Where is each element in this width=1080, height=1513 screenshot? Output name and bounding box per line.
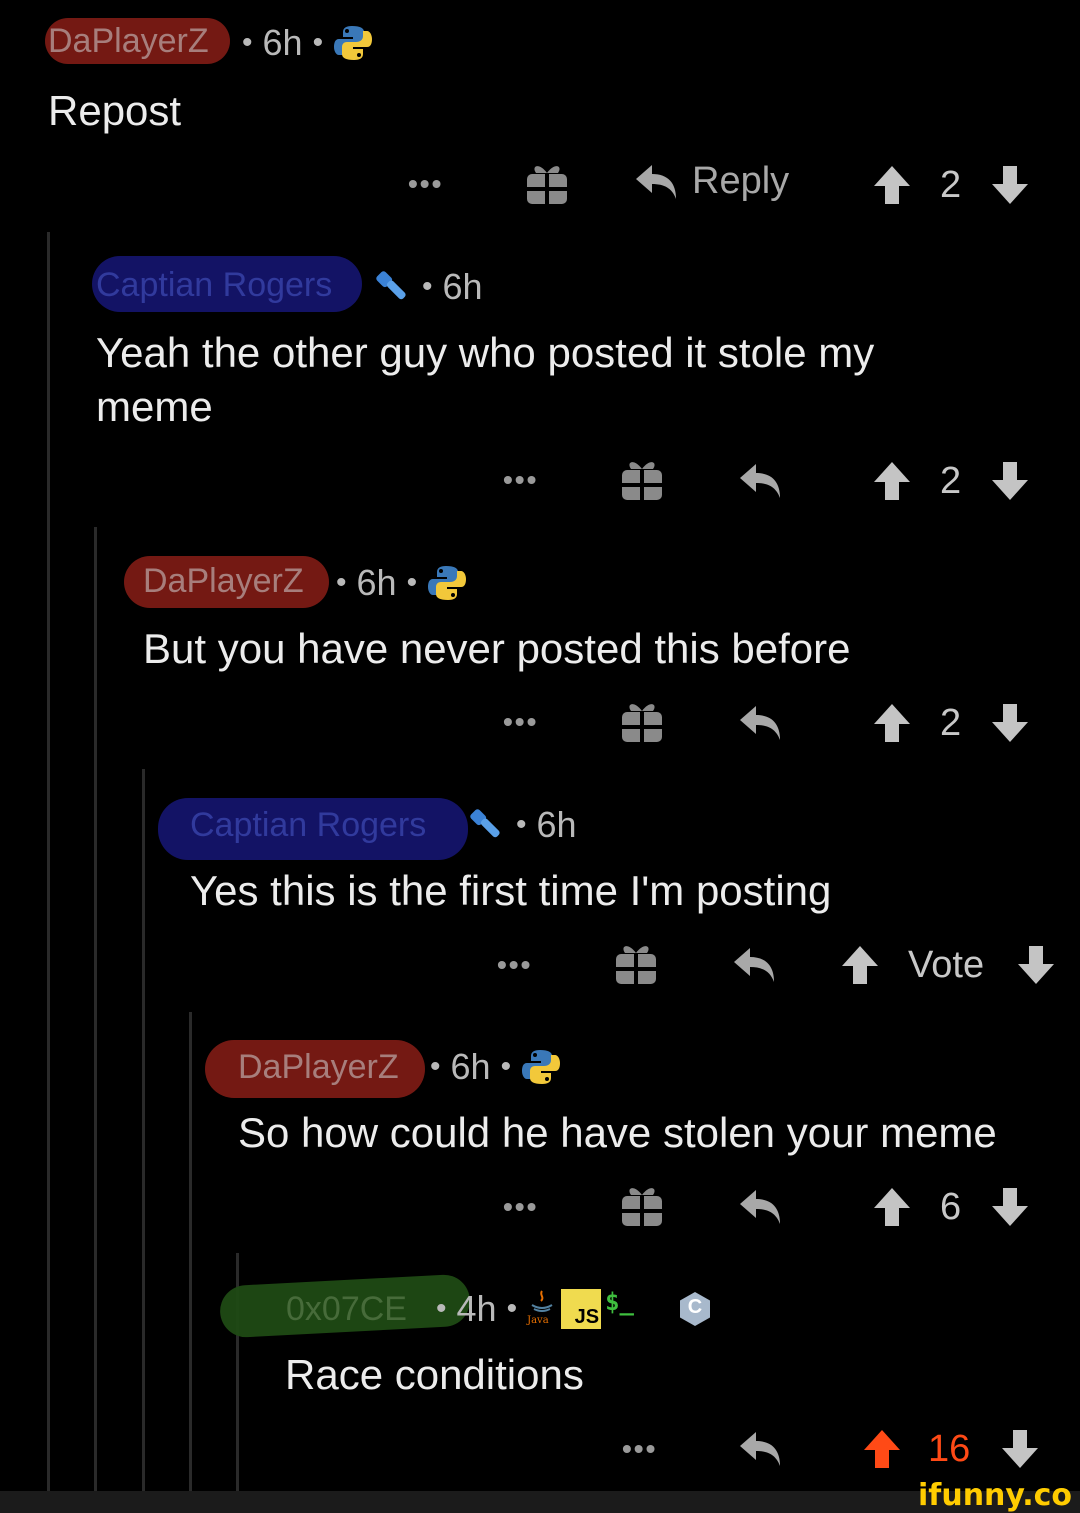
comment-username[interactable]: DaPlayerZ — [143, 562, 304, 601]
reply-arrow-icon[interactable] — [738, 1186, 784, 1228]
comment-username[interactable]: 0x07CE — [286, 1290, 407, 1329]
comment-meta: • 6h • — [326, 562, 467, 604]
gift-icon[interactable] — [620, 1182, 664, 1228]
reply-arrow-icon[interactable] — [738, 460, 784, 502]
vote-count: 2 — [940, 164, 962, 206]
upvote-icon[interactable] — [872, 702, 912, 744]
more-options-button[interactable]: ••• — [503, 706, 538, 738]
comment-username[interactable]: DaPlayerZ — [238, 1048, 399, 1087]
downvote-icon[interactable] — [990, 164, 1030, 206]
gift-icon[interactable] — [525, 160, 569, 206]
gift-icon[interactable] — [614, 940, 658, 986]
vote-count: Vote — [908, 944, 985, 986]
reply-arrow-icon[interactable] — [738, 1428, 784, 1470]
upvote-icon[interactable] — [872, 1186, 912, 1228]
comment-text: But you have never posted this before — [143, 625, 851, 672]
downvote-icon[interactable] — [990, 702, 1030, 744]
comment-meta: • 6h • — [420, 1046, 561, 1088]
python-icon — [334, 26, 373, 60]
downvote-icon[interactable] — [990, 1186, 1030, 1228]
downvote-icon[interactable] — [1016, 944, 1056, 986]
comment-meta: • 6h • — [232, 22, 373, 64]
flashlight-icon — [470, 809, 500, 838]
more-options-button[interactable]: ••• — [622, 1433, 657, 1465]
reply-arrow-icon — [636, 164, 676, 199]
vote-count: 16 — [928, 1428, 971, 1470]
thread-line-2 — [94, 527, 97, 1492]
reply-button[interactable]: Reply — [634, 160, 789, 203]
comment-username[interactable]: DaPlayerZ — [48, 22, 209, 61]
python-icon — [428, 566, 467, 600]
vote-count: 6 — [940, 1186, 962, 1228]
comment-time: 6h — [450, 1046, 491, 1087]
comment-meta: • 4h • Java JS $_ C — [426, 1288, 712, 1330]
flashlight-icon — [376, 271, 406, 300]
python-icon — [522, 1050, 561, 1084]
comment-time: 6h — [536, 804, 577, 845]
comment-username[interactable]: Captian Rogers — [190, 806, 426, 845]
downvote-icon[interactable] — [1000, 1428, 1040, 1470]
ifunny-watermark: ifunny.co — [918, 1478, 1072, 1513]
java-icon: Java — [527, 1289, 557, 1329]
more-options-button[interactable]: ••• — [497, 949, 532, 981]
gift-icon[interactable] — [620, 456, 664, 502]
vote-count: 2 — [940, 460, 962, 502]
comment-text: So how could he have stolen your meme — [238, 1109, 997, 1156]
thread-line-1 — [47, 232, 50, 1492]
comment-time: 4h — [456, 1288, 497, 1329]
comment-text: Race conditions — [285, 1351, 584, 1398]
upvote-icon[interactable] — [872, 164, 912, 206]
comment-time: 6h — [442, 266, 483, 307]
more-options-button[interactable]: ••• — [503, 464, 538, 496]
reply-arrow-icon[interactable] — [732, 944, 778, 986]
terminal-icon: $_ — [605, 1288, 634, 1316]
more-options-button[interactable]: ••• — [408, 168, 443, 200]
vote-count: 2 — [940, 702, 962, 744]
comment-text: Repost — [48, 87, 182, 134]
comment-meta: • 6h — [466, 804, 577, 846]
more-options-button[interactable]: ••• — [503, 1191, 538, 1223]
comment-username[interactable]: Captian Rogers — [96, 266, 332, 305]
comment-time: 6h — [356, 562, 397, 603]
reply-arrow-icon[interactable] — [738, 702, 784, 744]
comment-text: Yeah the other guy who posted it stole m… — [96, 329, 875, 430]
thread-line-4 — [189, 1012, 192, 1492]
upvote-icon[interactable] — [840, 944, 880, 986]
comment-time: 6h — [262, 22, 303, 63]
c-icon: C — [678, 1291, 712, 1327]
thread-line-3 — [142, 769, 145, 1492]
gift-icon[interactable] — [620, 698, 664, 744]
js-icon: JS — [561, 1289, 602, 1329]
comment-text: Yes this is the first time I'm posting — [190, 867, 832, 914]
downvote-icon[interactable] — [990, 460, 1030, 502]
upvote-icon[interactable] — [872, 460, 912, 502]
comment-meta: • 6h — [372, 266, 483, 308]
upvote-icon-active[interactable] — [862, 1428, 902, 1470]
